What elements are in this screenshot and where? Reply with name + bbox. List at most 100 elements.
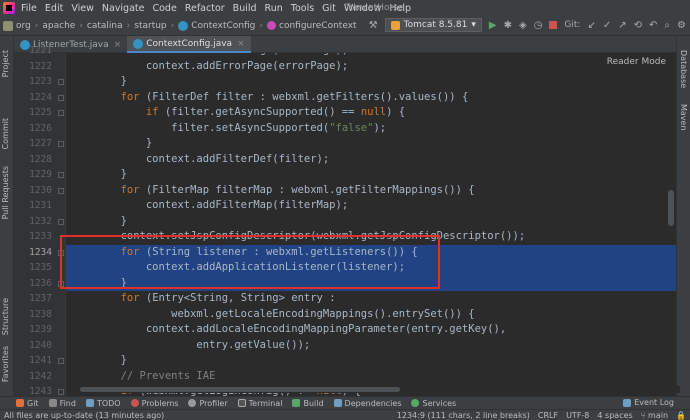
run-config-label: Tomcat 8.5.81 xyxy=(403,20,468,30)
code-line[interactable]: for (Entry<String, String> entry : xyxy=(66,291,676,307)
tool-services[interactable]: Services xyxy=(411,399,456,408)
tool-label: Dependencies xyxy=(344,398,402,408)
stop-icon[interactable] xyxy=(549,21,558,29)
menu-git[interactable]: Git xyxy=(322,3,336,14)
tool-pull-requests[interactable]: Pull Requests xyxy=(1,166,10,219)
line-number-gutter: 1221 1222 1223 1224 1225 1226 1227 1228 1229 1230… xyxy=(14,45,66,397)
status-message: All files are up-to-date (13 minutes ago… xyxy=(4,410,165,420)
menu-tools[interactable]: Tools xyxy=(291,3,314,14)
code-line[interactable]: context.addErrorPage(errorPage); xyxy=(66,59,676,75)
menu-refactor[interactable]: Refactor xyxy=(185,3,225,14)
rollback-icon[interactable]: ↶ xyxy=(649,20,657,31)
code-line[interactable]: } xyxy=(66,74,676,90)
menu-navigate[interactable]: Navigate xyxy=(102,3,145,14)
line-separator[interactable]: CRLF xyxy=(538,411,558,420)
menu-build[interactable]: Build xyxy=(233,3,257,14)
close-icon[interactable]: × xyxy=(114,40,122,50)
menu-file[interactable]: File xyxy=(21,3,37,14)
fold-marker-icon[interactable] xyxy=(58,218,64,225)
tool-dependencies[interactable]: Dependencies xyxy=(333,398,402,408)
menu-view[interactable]: View xyxy=(71,3,94,14)
menu-run[interactable]: Run xyxy=(265,3,283,14)
fold-marker-icon[interactable] xyxy=(58,389,64,395)
lock-icon[interactable]: 🔒 xyxy=(676,411,686,420)
debug-icon[interactable]: ✱ xyxy=(504,20,512,31)
tool-commit[interactable]: Commit xyxy=(1,118,10,149)
history-icon[interactable]: ⟲ xyxy=(634,20,642,31)
code-line[interactable]: if (filter.getAsyncSupported() == null) … xyxy=(66,105,676,121)
tab-contextconfig[interactable]: ContextConfig.java × xyxy=(127,36,251,53)
tool-label: Find xyxy=(59,398,76,408)
tool-structure[interactable]: Structure xyxy=(1,298,10,335)
breadcrumb-method[interactable]: configureContext xyxy=(279,21,357,31)
fold-marker-icon[interactable] xyxy=(58,358,64,364)
profile-icon[interactable]: ◷ xyxy=(534,20,543,31)
caret-position[interactable]: 1234:9 (111 chars, 2 line breaks) xyxy=(397,411,530,420)
search-icon[interactable]: ⌕ xyxy=(664,20,670,31)
breadcrumb-apache[interactable]: apache xyxy=(42,21,75,31)
git-update-icon[interactable]: ↙ xyxy=(587,20,595,31)
code-line[interactable]: } xyxy=(66,136,676,152)
tool-git[interactable]: Git xyxy=(16,399,39,408)
fold-marker-icon[interactable] xyxy=(58,79,64,85)
git-push-icon[interactable]: ↗ xyxy=(618,20,626,31)
fold-marker-icon[interactable] xyxy=(58,187,64,194)
tool-todo[interactable]: TODO xyxy=(85,398,121,408)
code-line[interactable]: webxml.getLocaleEncodingMappings().entry… xyxy=(66,307,676,323)
scroll-thumb[interactable] xyxy=(80,387,400,392)
tool-database[interactable]: Database xyxy=(679,50,688,88)
tool-problems[interactable]: Problems xyxy=(130,399,178,408)
code-line[interactable]: // Prevents IAE xyxy=(66,369,676,385)
code-line[interactable]: for (FilterDef filter : webxml.getFilter… xyxy=(66,90,676,106)
code-line[interactable]: } xyxy=(66,214,676,230)
file-encoding[interactable]: UTF-8 xyxy=(566,411,589,420)
fold-marker-icon[interactable] xyxy=(58,141,64,147)
code-line[interactable]: entry.getValue()); xyxy=(66,338,676,354)
coverage-icon[interactable]: ◈ xyxy=(519,20,527,31)
hammer-icon[interactable]: ⚒ xyxy=(369,20,378,31)
run-icon[interactable]: ▶ xyxy=(489,20,497,31)
menu-code[interactable]: Code xyxy=(152,3,176,14)
tool-profiler[interactable]: Profiler xyxy=(188,399,228,408)
fold-marker-icon[interactable] xyxy=(58,172,64,178)
code-line[interactable]: } xyxy=(66,353,676,369)
code-line[interactable]: context.addFilterDef(filter); xyxy=(66,152,676,168)
breadcrumb-org[interactable]: org xyxy=(16,21,31,31)
vertical-scrollbar[interactable] xyxy=(668,190,674,226)
git-commit-icon[interactable]: ✓ xyxy=(603,20,611,31)
ide-window: File Edit View Navigate Code Refactor Bu… xyxy=(0,0,690,420)
tool-build[interactable]: Build xyxy=(292,399,324,408)
right-tool-strip: Database Maven xyxy=(676,36,690,396)
git-branch[interactable]: ⑂ main xyxy=(641,411,668,420)
indent-setting[interactable]: 4 spaces xyxy=(597,411,632,420)
fold-marker-icon[interactable] xyxy=(58,110,64,116)
tool-maven[interactable]: Maven xyxy=(679,104,688,131)
folder-icon xyxy=(3,20,13,31)
window-title: TomcatHorse xyxy=(345,3,404,13)
code-editor[interactable]: Reader Mode context.addErrorPage(errorPa… xyxy=(66,53,676,396)
code-line[interactable]: for (FilterMap filterMap : webxml.getFil… xyxy=(66,183,676,199)
horizontal-scrollbar[interactable] xyxy=(70,386,680,393)
fold-marker-icon[interactable] xyxy=(58,94,64,101)
code-line[interactable]: context.addLocaleEncodingMappingParamete… xyxy=(66,322,676,338)
tool-terminal[interactable]: Terminal xyxy=(237,399,282,408)
tool-find[interactable]: Find xyxy=(48,398,76,408)
code-line[interactable]: context.addFilterMap(filterMap); xyxy=(66,198,676,214)
line-number: 1233 xyxy=(29,231,52,242)
menu-edit[interactable]: Edit xyxy=(45,3,63,14)
tomcat-icon xyxy=(390,20,400,30)
run-config-select[interactable]: Tomcat 8.5.81 ▾ xyxy=(384,18,482,32)
code-line[interactable]: filter.setAsyncSupported("false"); xyxy=(66,121,676,137)
line-number: 1226 xyxy=(29,122,52,134)
tool-project[interactable]: Project xyxy=(1,50,10,77)
close-icon[interactable]: × xyxy=(237,39,245,49)
breadcrumb-class[interactable]: ContextConfig xyxy=(191,21,255,31)
event-log[interactable]: Event Log xyxy=(623,398,674,407)
run-toolbar: ⚒ Tomcat 8.5.81 ▾ ▶ ✱ ◈ ◷ Git: ↙ ✓ ↗ ⟲ ↶… xyxy=(369,18,686,32)
breadcrumb-startup[interactable]: startup xyxy=(134,21,166,31)
tool-favorites[interactable]: Favorites xyxy=(1,346,10,382)
tool-label: TODO xyxy=(96,398,121,408)
code-line[interactable]: } xyxy=(66,167,676,183)
settings-icon[interactable]: ⚙ xyxy=(677,20,686,31)
breadcrumb-catalina[interactable]: catalina xyxy=(87,21,123,31)
